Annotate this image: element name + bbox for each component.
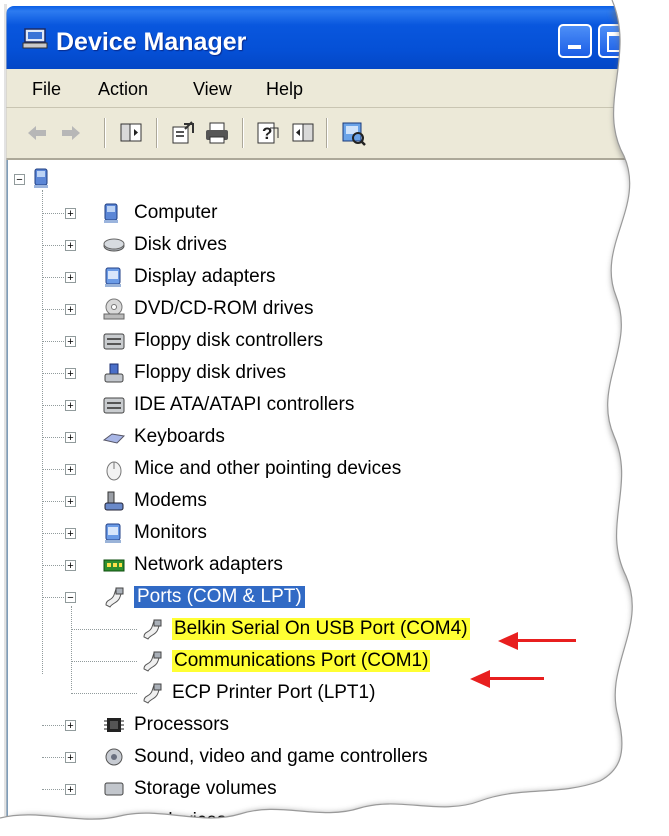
annotation-arrow-com4	[516, 639, 576, 642]
annotation-arrowhead-com1	[470, 670, 490, 688]
annotation-arrow-com1	[488, 677, 544, 680]
screenshot-clip: Device Manager File Action View Help ? −…	[0, 0, 669, 836]
annotation-arrowhead-com4	[498, 632, 518, 650]
torn-edge-mask	[0, 0, 669, 836]
